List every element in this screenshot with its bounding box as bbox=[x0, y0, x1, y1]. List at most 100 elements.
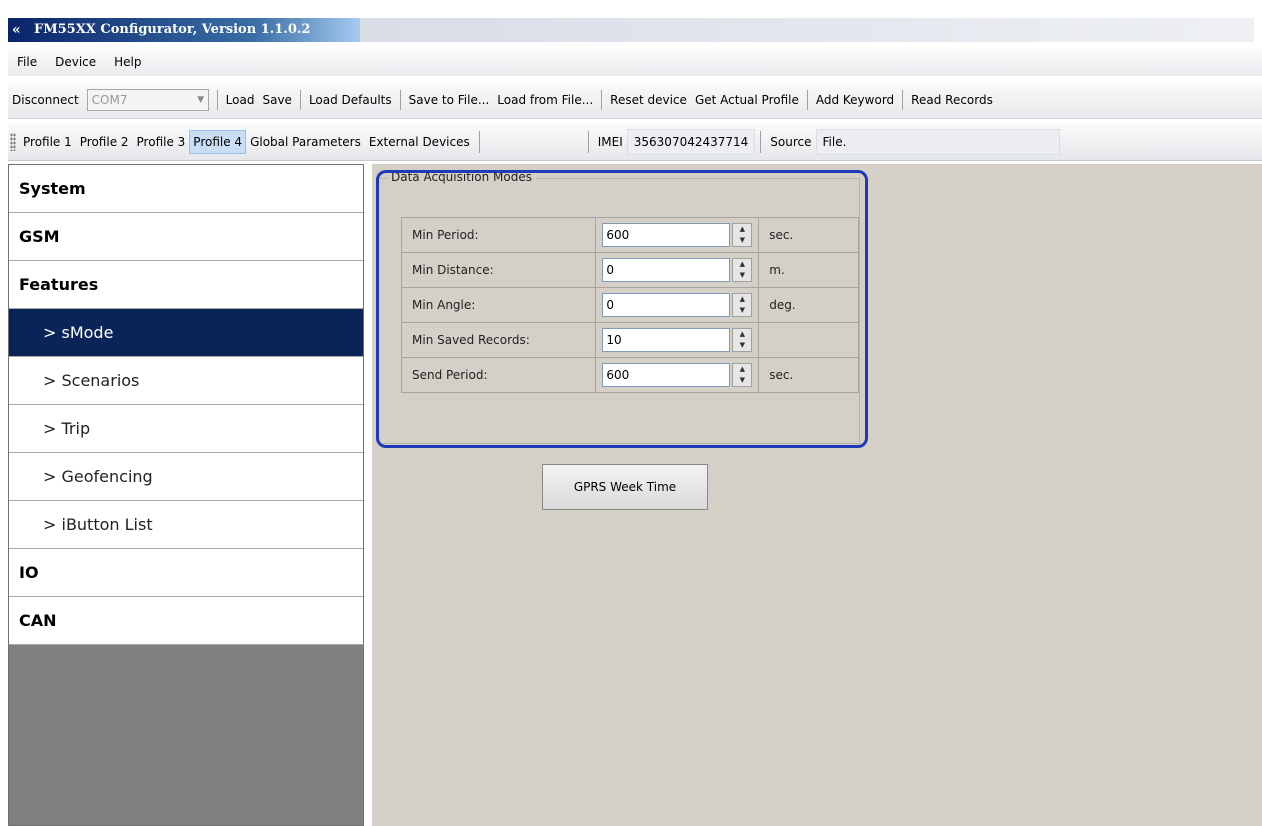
table-row: Min Angle: 0 ▲ ▼ deg. bbox=[400, 287, 859, 323]
sidebar-item-label: CAN bbox=[19, 611, 57, 630]
min-period-input[interactable]: 600 bbox=[602, 223, 731, 247]
tab-profile-4[interactable]: Profile 4 bbox=[189, 130, 247, 154]
param-unit: m. bbox=[758, 252, 859, 288]
source-label: Source bbox=[770, 135, 812, 149]
reset-device-button[interactable]: Reset device bbox=[606, 93, 691, 107]
load-from-file-button[interactable]: Load from File... bbox=[493, 93, 597, 107]
tab-separator bbox=[478, 131, 480, 153]
spin-arrows-icon[interactable]: ▲ ▼ bbox=[732, 328, 753, 352]
sidebar-item-gsm[interactable]: GSM bbox=[9, 213, 363, 261]
min-angle-stepper[interactable]: 0 ▲ ▼ bbox=[602, 293, 753, 317]
toolbar-separator bbox=[601, 90, 603, 110]
param-label: Min Angle: bbox=[400, 287, 597, 323]
tab-profile-2[interactable]: Profile 2 bbox=[76, 130, 133, 154]
sidebar-item-features[interactable]: Features bbox=[9, 261, 363, 309]
param-input-cell: 10 ▲ ▼ bbox=[595, 322, 760, 358]
table-row: Min Saved Records: 10 ▲ ▼ bbox=[400, 322, 859, 358]
sidebar-item-label: > sMode bbox=[43, 323, 114, 342]
toolbar-separator bbox=[299, 90, 301, 110]
min-saved-records-stepper[interactable]: 10 ▲ ▼ bbox=[602, 328, 753, 352]
title-bar-extension bbox=[360, 18, 1254, 42]
sidebar-item-ibutton-list[interactable]: > iButton List bbox=[9, 501, 363, 549]
spin-arrows-icon[interactable]: ▲ ▼ bbox=[732, 363, 753, 387]
toolbar: Disconnect COM7 ▼ Load Save Load Default… bbox=[8, 82, 1262, 119]
data-acquisition-group: Data Acquisition Modes Min Period: 600 ▲… bbox=[378, 170, 860, 444]
param-label: Send Period: bbox=[400, 357, 597, 393]
spin-arrows-icon[interactable]: ▲ ▼ bbox=[732, 258, 753, 282]
sidebar-item-system[interactable]: System bbox=[9, 165, 363, 213]
min-distance-input[interactable]: 0 bbox=[602, 258, 731, 282]
toolbar-separator bbox=[902, 90, 904, 110]
imei-field: 356307042437714 bbox=[626, 129, 756, 155]
imei-label: IMEI bbox=[597, 135, 623, 149]
sidebar-item-scenarios[interactable]: > Scenarios bbox=[9, 357, 363, 405]
param-unit bbox=[758, 322, 859, 358]
load-button[interactable]: Load bbox=[222, 93, 259, 107]
gprs-week-time-button[interactable]: GPRS Week Time bbox=[542, 464, 708, 510]
menu-bar: File Device Help bbox=[8, 48, 1262, 76]
min-angle-input[interactable]: 0 bbox=[602, 293, 731, 317]
sidebar-item-trip[interactable]: > Trip bbox=[9, 405, 363, 453]
min-distance-stepper[interactable]: 0 ▲ ▼ bbox=[602, 258, 753, 282]
menu-help[interactable]: Help bbox=[105, 55, 150, 69]
param-label: Min Period: bbox=[400, 217, 597, 253]
sidebar-item-label: Features bbox=[19, 275, 99, 294]
sidebar-item-can[interactable]: CAN bbox=[9, 597, 363, 645]
send-period-input[interactable]: 600 bbox=[602, 363, 731, 387]
toolbar-separator bbox=[216, 90, 218, 110]
sidebar-item-label: System bbox=[19, 179, 86, 198]
param-input-cell: 0 ▲ ▼ bbox=[595, 252, 760, 288]
tab-profile-3[interactable]: Profile 3 bbox=[133, 130, 190, 154]
group-title: Data Acquisition Modes bbox=[387, 170, 536, 184]
tab-profile-1[interactable]: Profile 1 bbox=[19, 130, 76, 154]
sidebar-item-label: > iButton List bbox=[43, 515, 153, 534]
settings-sidebar: System GSM Features > sMode > Scenarios … bbox=[8, 164, 364, 826]
min-period-stepper[interactable]: 600 ▲ ▼ bbox=[602, 223, 753, 247]
settings-panel: Data Acquisition Modes Min Period: 600 ▲… bbox=[372, 164, 1262, 826]
toolbar-separator bbox=[399, 90, 401, 110]
save-button[interactable]: Save bbox=[258, 93, 295, 107]
port-select-value: COM7 bbox=[91, 93, 128, 107]
port-select[interactable]: COM7 ▼ bbox=[86, 89, 209, 111]
param-input-cell: 0 ▲ ▼ bbox=[595, 287, 760, 323]
sidebar-item-geofencing[interactable]: > Geofencing bbox=[9, 453, 363, 501]
read-records-button[interactable]: Read Records bbox=[907, 93, 997, 107]
chevron-down-icon[interactable]: ▼ bbox=[194, 95, 208, 105]
app-logo-icon: « bbox=[12, 22, 21, 38]
toolbar-separator bbox=[806, 90, 808, 110]
window-title: FM55XX Configurator, Version 1.1.0.2 bbox=[34, 22, 311, 37]
table-row: Send Period: 600 ▲ ▼ sec. bbox=[400, 357, 859, 393]
tab-separator bbox=[760, 131, 762, 153]
sidebar-item-label: GSM bbox=[19, 227, 60, 246]
sidebar-item-smode[interactable]: > sMode bbox=[9, 309, 363, 357]
add-keyword-button[interactable]: Add Keyword bbox=[812, 93, 898, 107]
get-actual-profile-button[interactable]: Get Actual Profile bbox=[691, 93, 803, 107]
sidebar-item-io[interactable]: IO bbox=[9, 549, 363, 597]
profile-tab-bar: Profile 1 Profile 2 Profile 3 Profile 4 … bbox=[8, 124, 1262, 161]
parameters-table: Min Period: 600 ▲ ▼ sec. Min Distance: 0 … bbox=[400, 217, 859, 393]
table-row: Min Distance: 0 ▲ ▼ m. bbox=[400, 252, 859, 288]
send-period-stepper[interactable]: 600 ▲ ▼ bbox=[602, 363, 753, 387]
sidebar-item-label: > Trip bbox=[43, 419, 91, 438]
disconnect-button[interactable]: Disconnect bbox=[8, 93, 83, 107]
tab-external-devices[interactable]: External Devices bbox=[365, 130, 474, 154]
param-unit: sec. bbox=[758, 357, 859, 393]
param-input-cell: 600 ▲ ▼ bbox=[595, 217, 760, 253]
param-input-cell: 600 ▲ ▼ bbox=[595, 357, 760, 393]
menu-device[interactable]: Device bbox=[46, 55, 105, 69]
tab-separator bbox=[587, 131, 589, 153]
toolbar-grip-icon[interactable] bbox=[10, 133, 16, 151]
param-label: Min Saved Records: bbox=[400, 322, 597, 358]
sidebar-item-label: IO bbox=[19, 563, 39, 582]
menu-file[interactable]: File bbox=[8, 55, 46, 69]
param-unit: sec. bbox=[758, 217, 859, 253]
window-title-bar: « FM55XX Configurator, Version 1.1.0.2 bbox=[8, 18, 360, 42]
tab-global-parameters[interactable]: Global Parameters bbox=[246, 130, 365, 154]
save-to-file-button[interactable]: Save to File... bbox=[405, 93, 494, 107]
min-saved-records-input[interactable]: 10 bbox=[602, 328, 731, 352]
load-defaults-button[interactable]: Load Defaults bbox=[305, 93, 396, 107]
spin-arrows-icon[interactable]: ▲ ▼ bbox=[732, 293, 753, 317]
sidebar-item-label: > Scenarios bbox=[43, 371, 140, 390]
spin-arrows-icon[interactable]: ▲ ▼ bbox=[732, 223, 753, 247]
param-label: Min Distance: bbox=[400, 252, 597, 288]
